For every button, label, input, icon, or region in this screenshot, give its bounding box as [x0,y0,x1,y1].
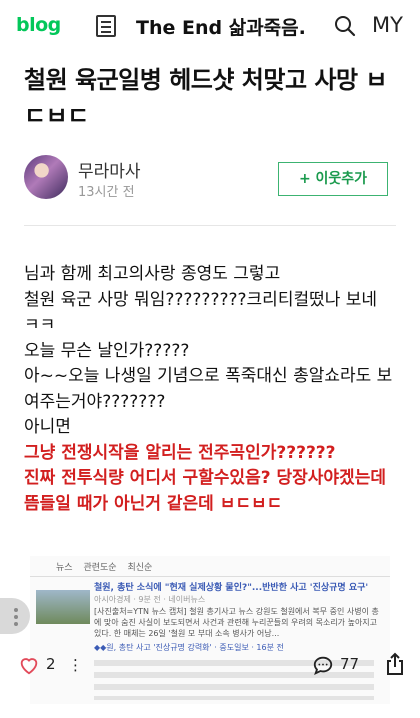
news-description: [사진출처=YTN 뉴스 캡처] 철원 총기사고 뉴스 강원도 철원에서 복무 … [94,607,379,638]
body-line: 아니면 [24,417,71,437]
heart-icon[interactable] [18,654,40,676]
share-icon[interactable] [384,652,406,676]
blog-logo[interactable]: blog [16,14,61,36]
blog-title[interactable]: The End 삶과죽음.. [136,13,306,40]
news-headline-secondary: ◆◆원, 총탄 사고 '진상규명 강력화' · 중도일보 · 16분 전 [94,643,284,652]
news-tab: 관련도순 [83,563,117,573]
body-line-emphasis: 그냥 전쟁시작을 알리는 전주곡인가?????? [24,442,336,463]
post-time: 13시간 전 [78,185,135,200]
top-bar: blog The End 삶과죽음.. MY [0,0,420,52]
author-avatar[interactable] [24,155,68,199]
search-icon[interactable] [334,15,356,37]
like-count: 2 [46,655,56,673]
news-thumbnail [36,590,90,624]
more-options-button[interactable]: ⋮ [68,656,83,674]
body-line-emphasis: 뜸들일 때가 아닌거 같은데 ㅂㄷㅂㄷ [24,493,283,514]
news-screenshot-image: 뉴스 관련도순 최신순 철원, 총탄 소식에 "현재 실제상황 물인?"...반… [30,556,390,704]
news-tabs: 뉴스 관련도순 최신순 [56,560,160,573]
news-meta: 아시아경제 · 9분 전 · 네이버뉴스 [94,595,206,604]
news-tab: 뉴스 [56,563,73,573]
news-tab: 최신순 [127,563,153,573]
body-line: 님과 함께 최고의사랑 종영도 그렇고 [24,264,281,284]
divider [24,225,396,226]
my-button[interactable]: MY [372,13,403,37]
post-body: 님과 함께 최고의사랑 종영도 그렇고 철원 육군 사망 뭐임?????????… [24,262,396,517]
news-headline: 철원, 총탄 소식에 "현재 실제상황 물인?"...반반한 사고 '진상규명 … [94,583,369,593]
post-title: 철원 육군일병 헤드샷 처맞고 사망 ㅂㄷㅂㄷ [24,66,387,130]
body-line-emphasis: 진짜 전투식량 어디서 구할수있음? 당장사야겠는데 [24,468,386,488]
comment-icon[interactable] [312,654,334,676]
news-divider [30,576,390,577]
body-line: 아~~오늘 나생일 기념으로 폭죽대신 총알쇼라도 보여주는거야??????? [24,366,393,412]
comment-count: 77 [340,655,360,673]
author-name[interactable]: 무라마사 [78,157,141,182]
body-line: 철원 육군 사망 뭐임?????????크리티컬떴나 보네 ㅋㅋ [24,289,378,336]
body-line: 오늘 무슨 날인가????? [24,340,190,361]
side-menu-handle[interactable] [0,598,30,634]
list-icon[interactable] [96,15,116,37]
add-neighbor-button[interactable]: + 이웃추가 [278,162,388,196]
